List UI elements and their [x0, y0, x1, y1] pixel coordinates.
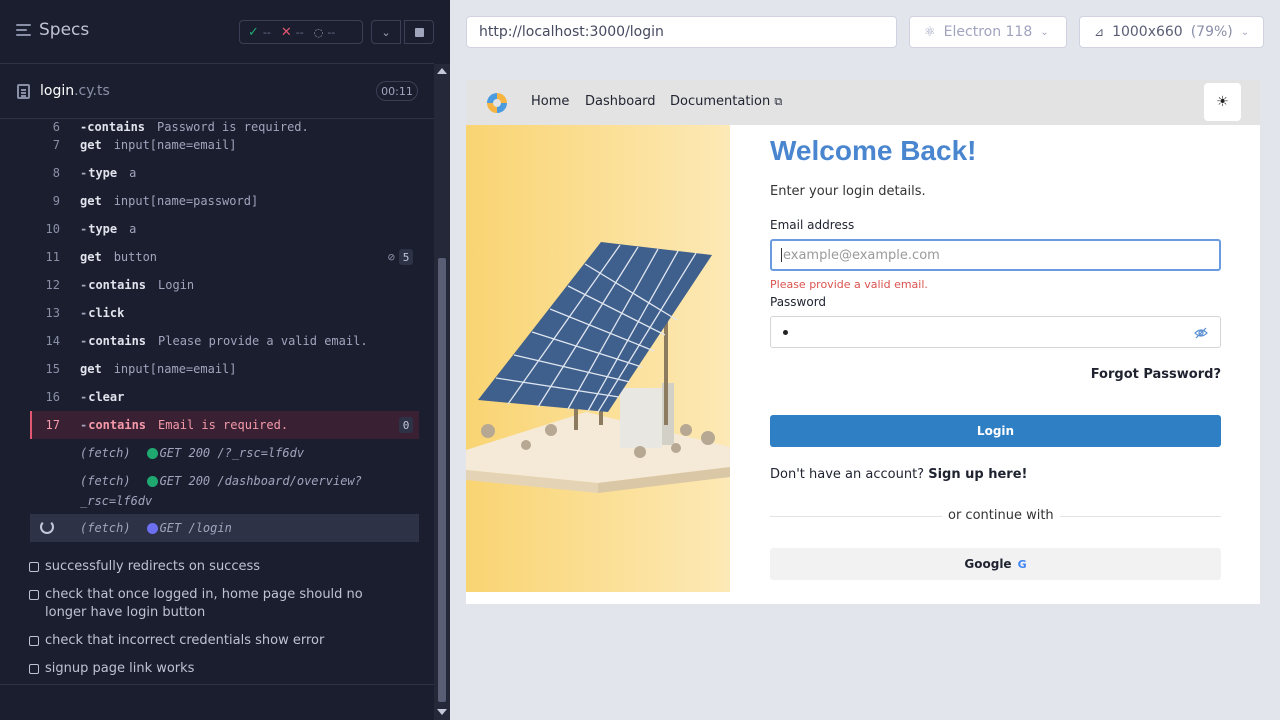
- app-navbar: Home Dashboard Documentation ⧉ ☀: [466, 80, 1260, 125]
- chevron-down-icon: ⌄: [1240, 26, 1250, 38]
- scroll-up-icon[interactable]: [437, 68, 447, 74]
- menu-icon: [16, 24, 31, 36]
- x-icon: ✕: [280, 24, 292, 40]
- scroll-down-icon[interactable]: [437, 709, 447, 715]
- theme-toggle-button[interactable]: ☀: [1204, 83, 1241, 121]
- specs-header: Specs ✓ -- ✕ -- ◌ -- ⌄: [0, 0, 434, 64]
- chevron-down-icon: ⌄: [1040, 26, 1049, 38]
- command-row[interactable]: 11 get button ⊘ 5: [30, 243, 419, 271]
- command-row[interactable]: 8typea: [30, 159, 419, 187]
- test-item[interactable]: check that incorrect credentials show er…: [29, 632, 405, 650]
- external-link-icon: ⧉: [774, 95, 783, 108]
- browser-selector[interactable]: ⚛ Electron 118 ⌄: [909, 16, 1067, 48]
- command-row[interactable]: 15 get input[name=email]: [30, 355, 419, 383]
- command-row[interactable]: 7 get input[name=email]: [30, 131, 419, 159]
- nav-documentation[interactable]: Documentation ⧉: [670, 94, 782, 109]
- failed-command-row[interactable]: 17containsEmail is required. 0: [30, 411, 419, 439]
- app-preview: Home Dashboard Documentation ⧉ ☀ Welcome: [466, 80, 1260, 604]
- test-stats: ✓ -- ✕ -- ◌ --: [239, 20, 363, 44]
- stop-button[interactable]: [404, 20, 434, 44]
- command-row[interactable]: 10typea: [30, 215, 419, 243]
- command-log: 6 -contains Password is required. 7 get inpu…: [30, 120, 419, 542]
- email-label: Email address: [770, 218, 855, 232]
- loading-spinner-icon: [40, 520, 54, 534]
- auto-scroll-button[interactable]: ⌄: [371, 20, 401, 44]
- pending-icon: ◌: [313, 25, 324, 39]
- password-field[interactable]: [770, 316, 1221, 348]
- fetch-row-pending[interactable]: (fetch) GET /login: [30, 514, 419, 542]
- page-subtitle: Enter your login details.: [770, 184, 926, 199]
- nav-home[interactable]: Home: [531, 94, 569, 109]
- fetch-row[interactable]: (fetch) GET 200 /dashboard/overview? _rsc…: [30, 467, 419, 515]
- page-title: Welcome Back!: [770, 135, 977, 166]
- divider-text: or continue with: [942, 508, 1060, 523]
- element-count-badge: 5: [399, 249, 413, 265]
- cypress-runner-panel: Specs ✓ -- ✕ -- ◌ -- ⌄ login.cy.ts 00:11 6-…: [0, 0, 450, 720]
- login-form-area: Welcome Back! Enter your login details. …: [730, 125, 1260, 604]
- fetch-row[interactable]: (fetch) GET 200 /?_rsc=lf6dv: [30, 439, 419, 467]
- checkbox-icon: [29, 590, 39, 600]
- specs-toggle[interactable]: Specs: [16, 20, 89, 40]
- test-item[interactable]: signup page link works: [29, 660, 405, 678]
- forgot-password-link[interactable]: Forgot Password?: [1091, 367, 1221, 382]
- checkbox-icon: [29, 562, 39, 572]
- signup-link[interactable]: Sign up here!: [928, 467, 1027, 482]
- eye-slash-icon: ⊘: [387, 250, 395, 264]
- check-icon: ✓: [248, 24, 259, 40]
- command-row[interactable]: 9 get input[name=password]: [30, 187, 419, 215]
- solar-panel-illustration: [466, 242, 730, 493]
- spec-file-name[interactable]: login.cy.ts: [40, 83, 110, 99]
- command-row[interactable]: 14containsPlease provide a valid email.: [30, 327, 419, 355]
- sun-icon: ☀: [1216, 94, 1229, 110]
- google-icon: G: [1017, 557, 1027, 571]
- pending-stat: ◌ --: [313, 25, 336, 39]
- google-login-button[interactable]: Google G: [770, 548, 1221, 580]
- checkbox-icon: [29, 664, 39, 674]
- nav-dashboard[interactable]: Dashboard: [585, 94, 656, 109]
- viewport-selector[interactable]: ⊿ 1000x660 (79%) ⌄: [1079, 16, 1264, 48]
- login-button[interactable]: Login: [770, 415, 1221, 447]
- logo-icon[interactable]: [487, 93, 507, 113]
- command-row[interactable]: 16clear: [30, 383, 419, 411]
- test-item[interactable]: successfully redirects on success: [29, 558, 405, 576]
- command-row[interactable]: 12containsLogin: [30, 271, 419, 299]
- electron-icon: ⚛: [924, 24, 936, 40]
- password-label: Password: [770, 295, 827, 309]
- failed-stat: ✕ --: [280, 24, 304, 40]
- scrollbar-thumb[interactable]: [438, 258, 446, 702]
- hero-image: [466, 125, 730, 592]
- specs-label: Specs: [39, 20, 90, 40]
- passed-stat: ✓ --: [248, 24, 271, 40]
- password-mask: [783, 330, 788, 335]
- signup-prompt: Don't have an account? Sign up here!: [770, 467, 1028, 482]
- status-dot: [146, 447, 158, 459]
- eye-slash-icon[interactable]: [1194, 326, 1208, 340]
- checkbox-icon: [29, 636, 39, 646]
- divider: [0, 684, 434, 685]
- command-row[interactable]: 13click: [30, 299, 419, 327]
- stop-icon: [414, 27, 424, 37]
- element-count-badge: 0: [399, 417, 413, 433]
- status-dot: [146, 522, 158, 534]
- ruler-icon: ⊿: [1094, 25, 1105, 39]
- status-dot: [146, 476, 158, 487]
- run-timer: 00:11: [376, 81, 418, 101]
- chevron-down-icon: ⌄: [381, 25, 391, 39]
- file-icon: [17, 84, 30, 99]
- test-item[interactable]: check that once logged in, home page sho…: [29, 586, 390, 622]
- email-field[interactable]: example@example.com: [770, 239, 1221, 271]
- url-bar[interactable]: http://localhost:3000/login: [466, 16, 897, 48]
- email-error-message: Please provide a valid email.: [770, 278, 928, 291]
